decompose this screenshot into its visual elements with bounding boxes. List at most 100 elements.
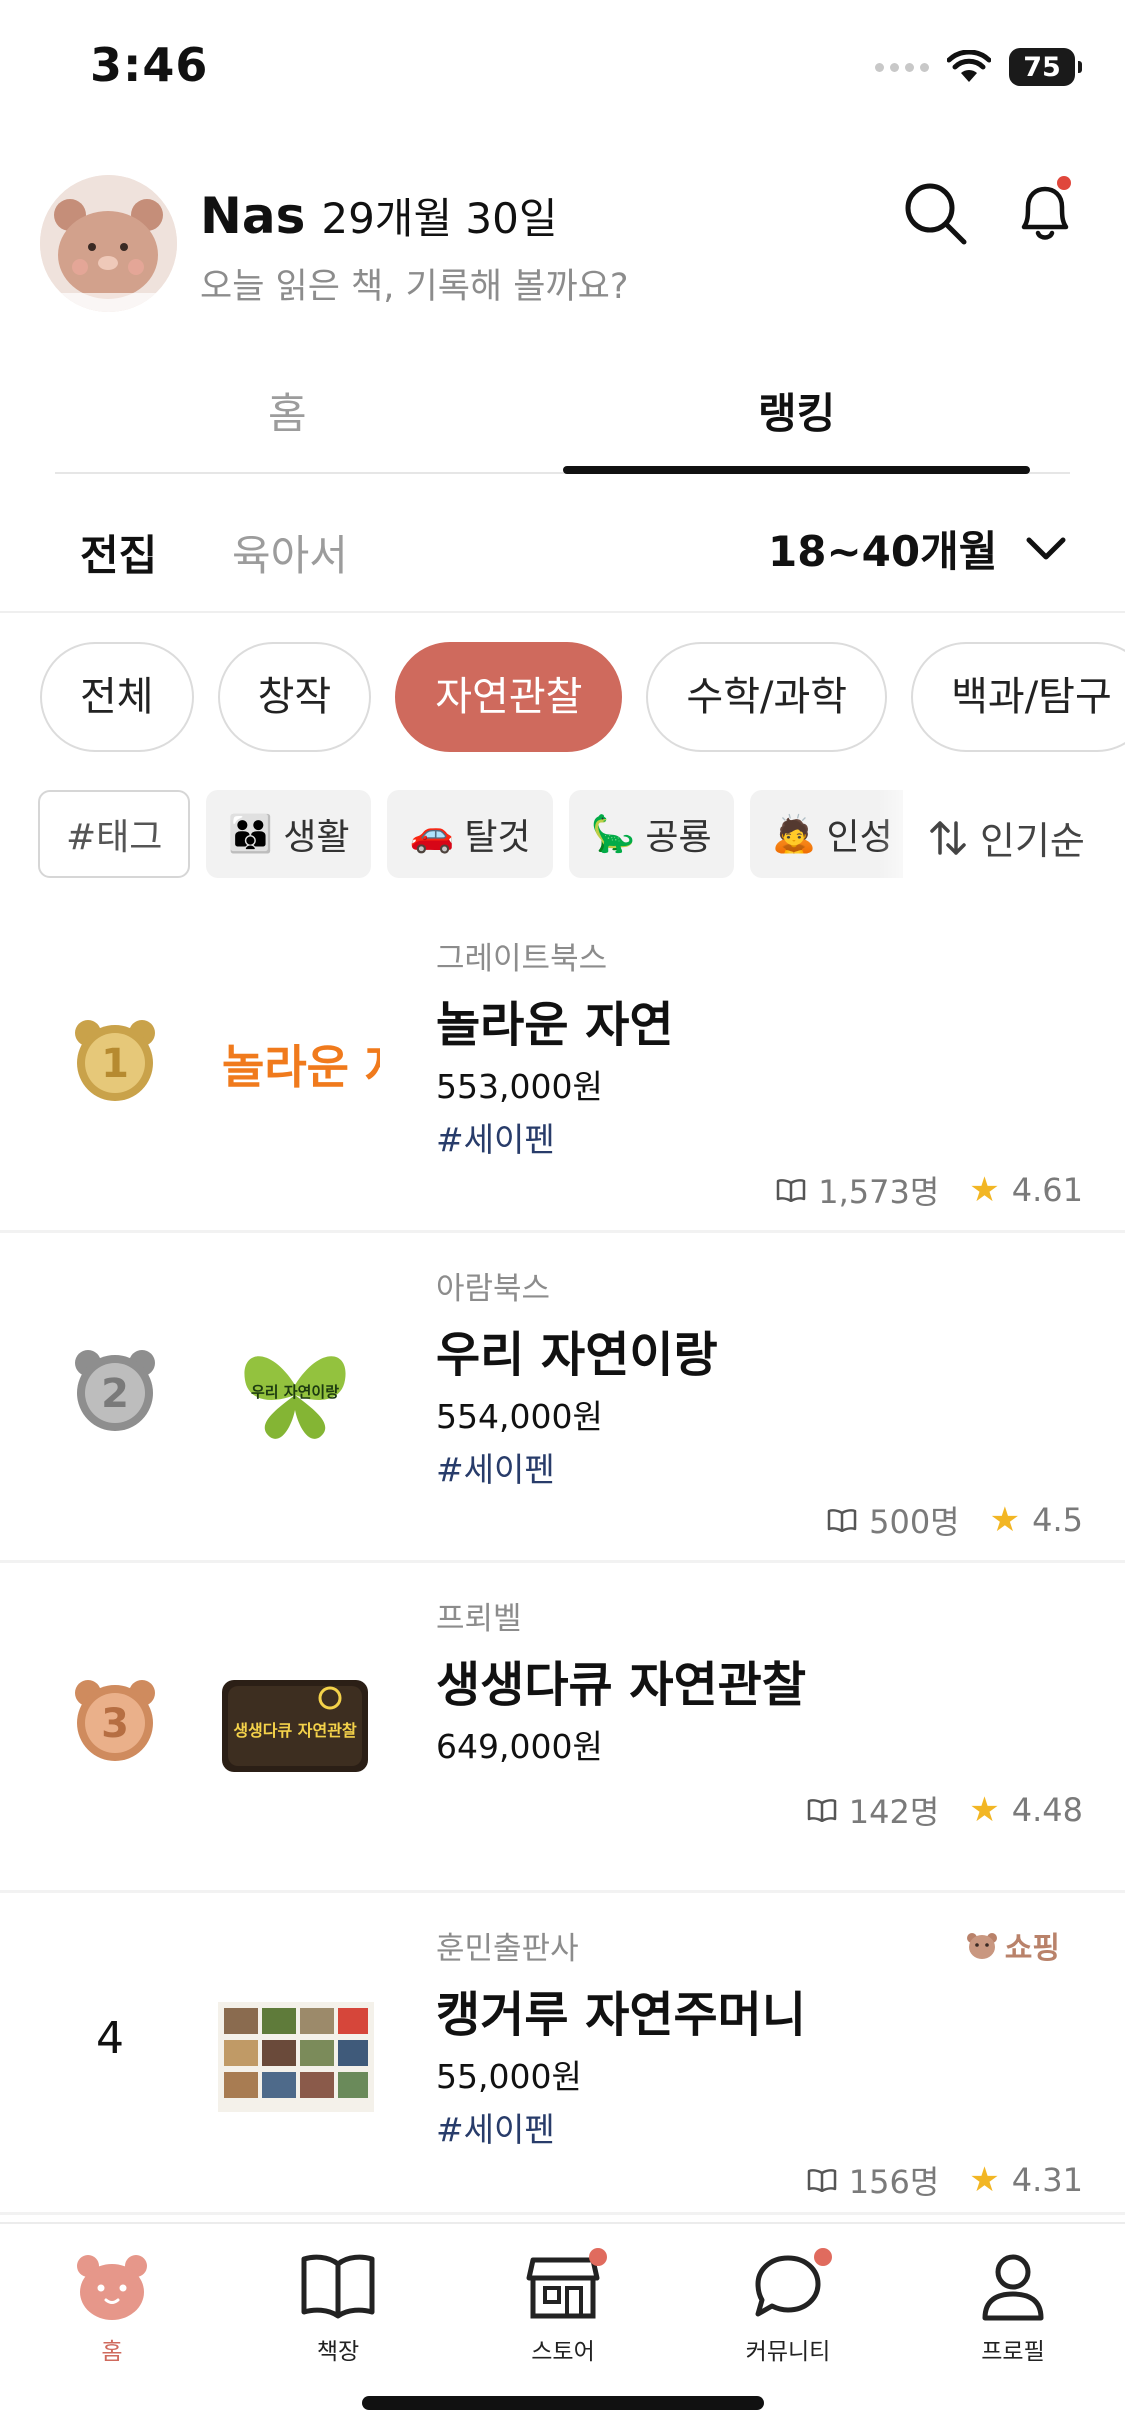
book-stats: 142명 ★ 4.48 <box>807 1787 1083 1833</box>
ranking-item[interactable]: 1 놀라운 자연 그레이트북스 놀라운 자연 553,000원 #세이펜 1,5… <box>0 905 1125 1233</box>
tag-search-chip[interactable]: #태그 <box>38 790 191 878</box>
bear-avatar-icon <box>40 175 177 312</box>
price: 55,000원 <box>436 2057 582 2096</box>
open-book-icon <box>776 1179 806 1202</box>
nav-profile[interactable]: 프로필 <box>933 2248 1093 2366</box>
subtab-set[interactable]: 전집 <box>80 522 157 583</box>
thumbnail-title: 놀라운 자연 <box>222 1040 380 1094</box>
user-name-row: Nas 29개월 30일 <box>200 185 558 246</box>
battery-indicator: 75 <box>1009 48 1082 86</box>
tag-chip-life[interactable]: 👪 생활 <box>206 790 372 878</box>
publisher: 프뢰벨 <box>436 1601 522 1637</box>
book-title: 생생다큐 자연관찰 <box>436 1657 806 1713</box>
notification-dot <box>589 2248 607 2266</box>
reader-count: 142명 <box>848 1793 940 1831</box>
category-chip-math-science[interactable]: 수학/과학 <box>646 642 888 752</box>
status-time: 3:46 <box>90 38 209 92</box>
star-icon: ★ <box>989 1500 1021 1540</box>
star-icon: ★ <box>969 1170 1000 1210</box>
price: 554,000원 <box>436 1397 603 1436</box>
book-stats: 156명 ★ 4.31 <box>807 2157 1083 2203</box>
svg-text:1: 1 <box>101 1041 129 1087</box>
price: 553,000원 <box>436 1067 603 1106</box>
sort-button[interactable]: 인기순 <box>928 810 1085 865</box>
book-tag[interactable]: #세이펜 <box>436 1113 555 1161</box>
star-icon: ★ <box>969 1790 1000 1830</box>
thumbnail-title: 우리 자연이랑 <box>251 1383 339 1401</box>
bell-icon[interactable] <box>1010 175 1080 250</box>
book-title: 캥거루 자연주머니 <box>436 1987 806 2043</box>
nav-label: 프로필 <box>981 2339 1045 2365</box>
status-icons: 75 <box>875 48 1082 86</box>
tab-ranking[interactable]: 랭킹 <box>758 380 835 441</box>
book-thumbnail: 놀라운 자연 <box>210 995 450 1125</box>
avatar[interactable] <box>40 175 177 312</box>
book-title: 우리 자연이랑 <box>436 1327 718 1383</box>
tag-chip-dinosaur[interactable]: 🦕 공룡 <box>568 790 734 878</box>
rank-number: 4 <box>96 2013 124 2064</box>
user-name: Nas <box>200 187 306 245</box>
sub-tabs: 전집 육아서 18~40개월 <box>0 478 1125 613</box>
book-stats: 500명 ★ 4.5 <box>827 1497 1083 1543</box>
nav-label: 책장 <box>316 2339 360 2365</box>
rating: 4.61 <box>1011 1171 1083 1209</box>
tag-row-fade <box>878 790 928 880</box>
reading-prompt[interactable]: 오늘 읽은 책, 기록해 볼까요? <box>200 258 628 309</box>
rating: 4.5 <box>1032 1501 1083 1539</box>
tag-chip-vehicle[interactable]: 🚗 탈것 <box>387 790 553 878</box>
publisher: 훈민출판사 <box>436 1931 579 1967</box>
book-thumbnail: 생생다큐 자연관찰 <box>210 1660 380 1790</box>
gold-medal-icon: 1 <box>75 1020 155 1101</box>
rating: 4.48 <box>1011 1791 1083 1829</box>
nav-label: 커뮤니티 <box>745 2339 831 2365</box>
category-chip-encyclopedia[interactable]: 백과/탐구 <box>911 642 1125 752</box>
thumbnail-title: 생생다큐 자연관찰 <box>233 1721 357 1740</box>
nav-home[interactable]: 홈 <box>32 2248 192 2366</box>
category-chips: 전체 창작 자연관찰 수학/과학 백과/탐구 <box>40 642 1125 752</box>
search-icon[interactable] <box>900 178 970 248</box>
notification-dot <box>814 2248 832 2266</box>
book-icon <box>301 2254 375 2319</box>
category-chip-nature[interactable]: 자연관찰 <box>395 642 623 752</box>
cellular-signal-icon <box>875 62 929 72</box>
tab-home[interactable]: 홈 <box>268 380 307 441</box>
age-filter-dropdown[interactable]: 18~40개월 <box>768 518 1067 579</box>
book-tag[interactable]: #세이펜 <box>436 1443 555 1491</box>
main-tabs: 홈 랭킹 <box>0 340 1125 480</box>
book-tag[interactable]: #세이펜 <box>436 2103 555 2151</box>
book-thumbnail: 우리 자연이랑 <box>210 1325 380 1455</box>
publisher: 그레이트북스 <box>436 941 608 977</box>
active-tab-indicator <box>563 466 1030 474</box>
open-book-icon <box>827 1509 857 1532</box>
star-icon: ★ <box>969 2160 1000 2200</box>
family-icon: 👪 <box>228 814 274 855</box>
tag-chip-label: 공룡 <box>645 817 712 858</box>
reader-count: 500명 <box>869 1503 960 1541</box>
category-chip-all[interactable]: 전체 <box>40 642 194 752</box>
nav-bookshelf[interactable]: 책장 <box>258 2248 418 2366</box>
book-title: 놀라운 자연 <box>436 997 674 1053</box>
category-chip-creative[interactable]: 창작 <box>217 642 372 752</box>
bowing-person-icon: 🙇 <box>771 814 817 855</box>
ranking-item[interactable]: 2 우리 자연이랑 아람북스 우리 자연이랑 554,000원 #세이펜 500… <box>0 1235 1125 1563</box>
book-thumbnail <box>210 1990 380 2120</box>
reader-count: 1,573명 <box>818 1173 940 1211</box>
home-indicator[interactable] <box>362 2396 764 2410</box>
ranking-item[interactable]: 4 쇼핑 훈민출판사 캥거루 자연주머니 55,000원 #세이펜 156명 ★… <box>0 1895 1125 2215</box>
shopping-badge-label: 쇼핑 <box>1004 1931 1060 1966</box>
nav-store[interactable]: 스토어 <box>483 2248 643 2366</box>
age-filter-value: 18~40개월 <box>768 527 998 576</box>
shopping-badge[interactable]: 쇼핑 <box>965 1923 1060 1967</box>
reader-count: 156명 <box>848 2163 940 2201</box>
subtab-parenting[interactable]: 육아서 <box>232 522 348 583</box>
tag-chip-label: 탈것 <box>464 817 531 858</box>
dinosaur-icon: 🦕 <box>590 814 636 855</box>
book-stats: 1,573명 ★ 4.61 <box>776 1167 1083 1213</box>
bronze-medal-icon: 3 <box>75 1680 155 1761</box>
nav-community[interactable]: 커뮤니티 <box>708 2248 868 2366</box>
car-icon: 🚗 <box>409 814 455 855</box>
ranking-item[interactable]: 3 생생다큐 자연관찰 프뢰벨 생생다큐 자연관찰 649,000원 142명 … <box>0 1565 1125 1893</box>
header: Nas 29개월 30일 오늘 읽은 책, 기록해 볼까요? <box>0 170 1125 320</box>
svg-text:3: 3 <box>101 1701 129 1747</box>
nav-label: 홈 <box>101 2339 123 2365</box>
